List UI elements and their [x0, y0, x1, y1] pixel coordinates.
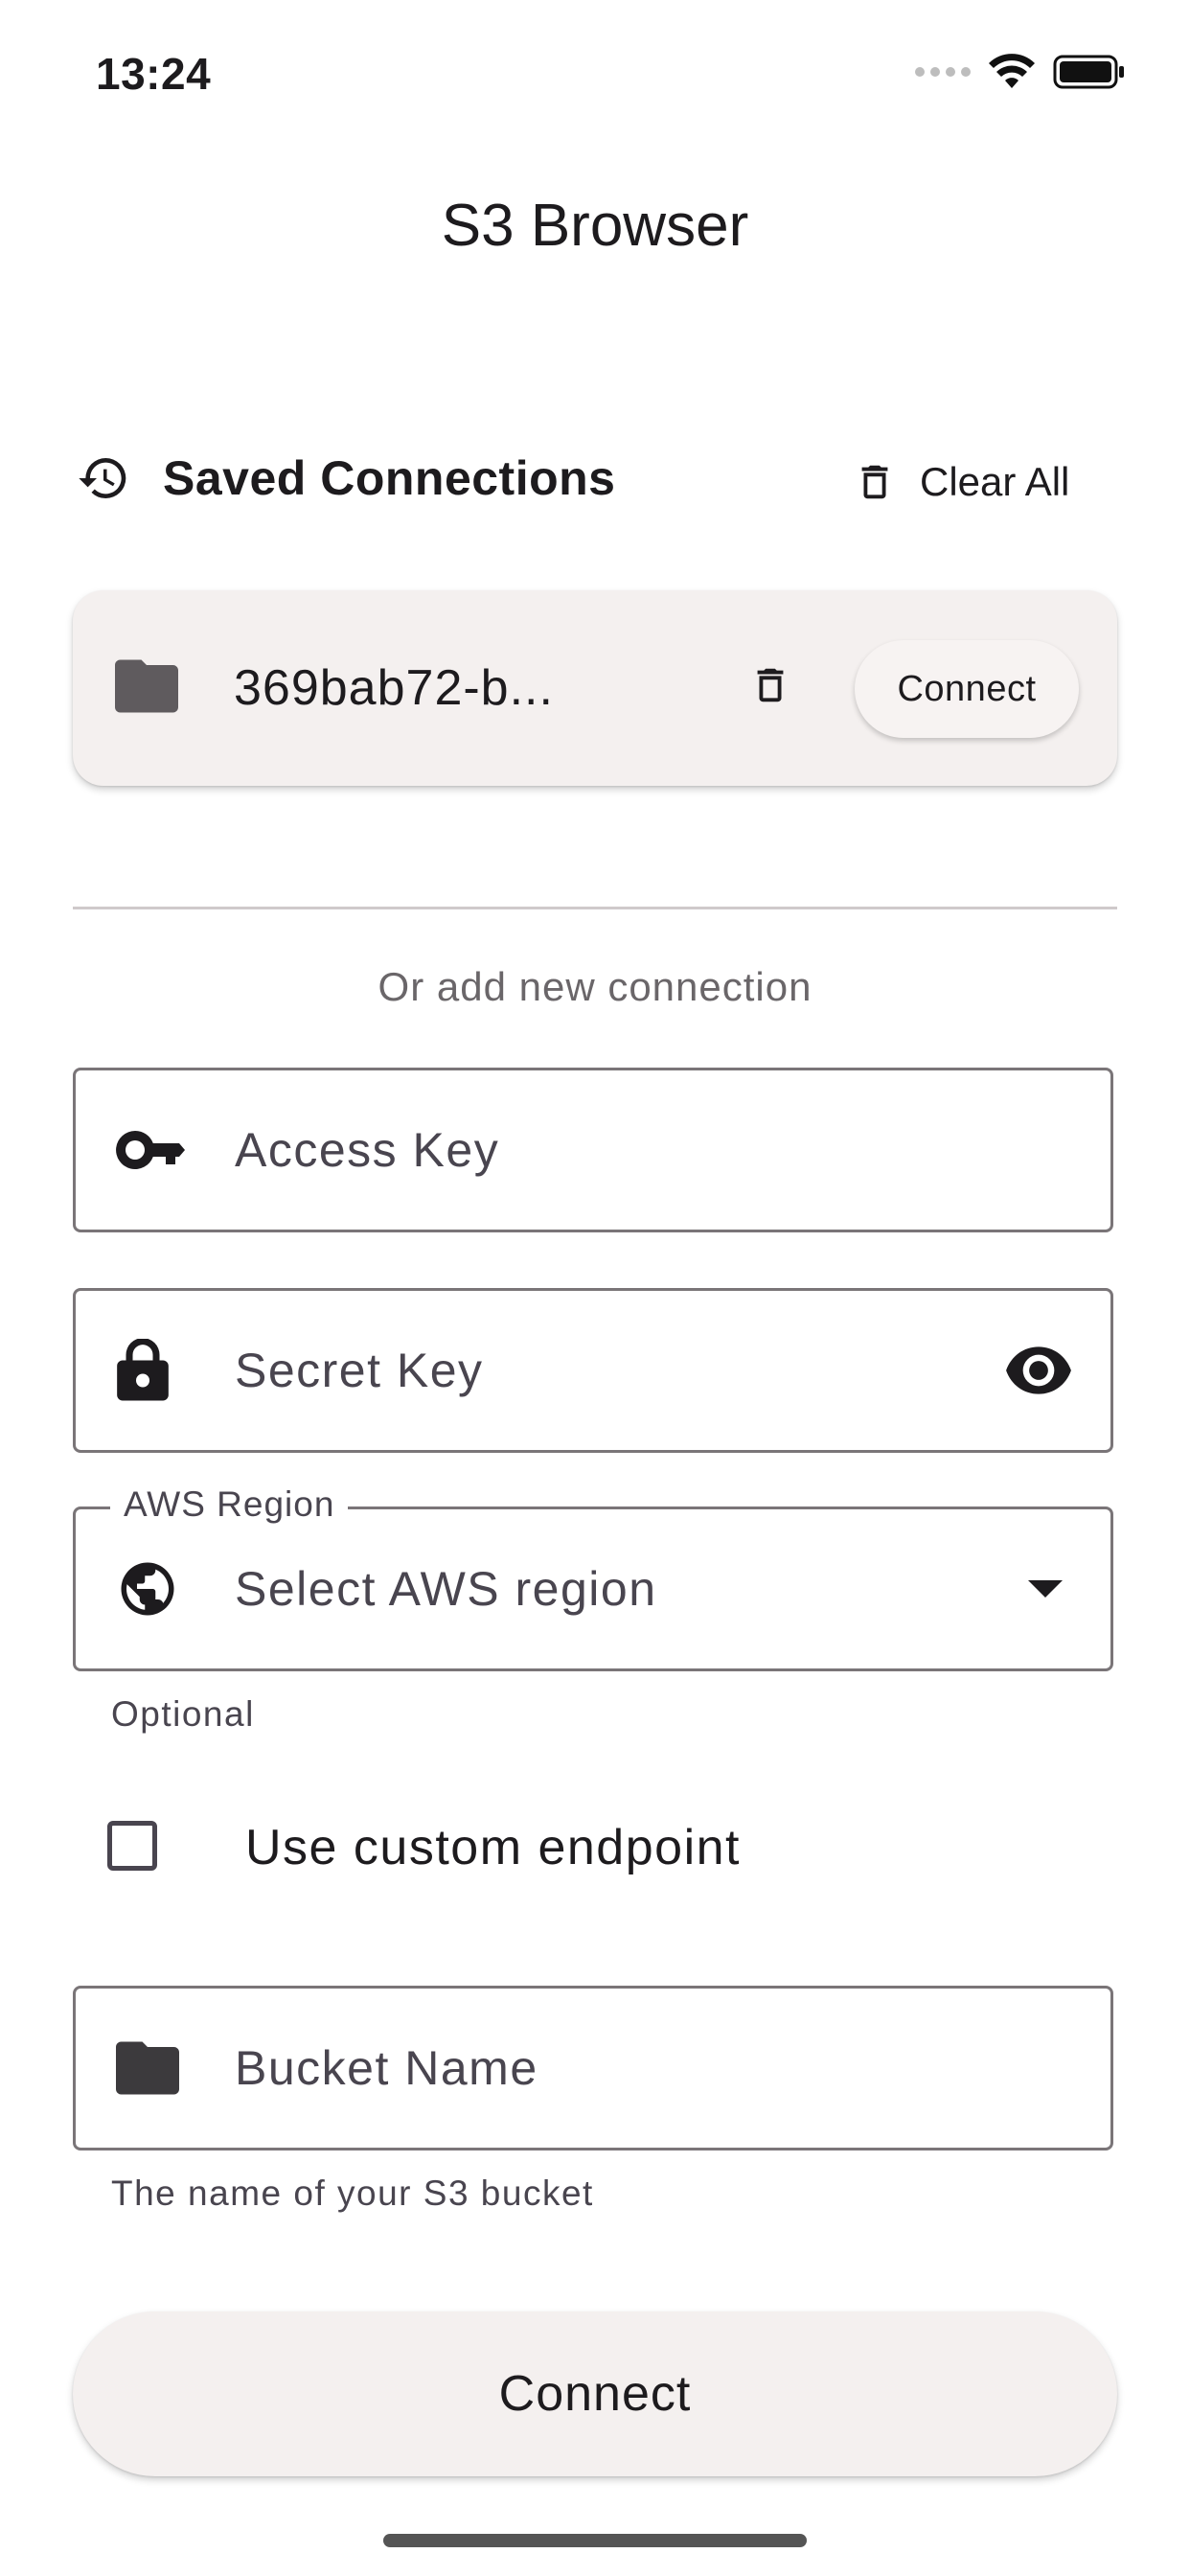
history-icon — [79, 458, 126, 498]
custom-endpoint-label[interactable]: Use custom endpoint — [245, 1819, 741, 1876]
globe-icon — [121, 1562, 174, 1616]
secret-key-placeholder: Secret Key — [235, 1344, 484, 1397]
battery-icon — [1053, 55, 1124, 89]
or-add-new-connection-text: Or add new connection — [378, 964, 812, 1009]
clear-all-label: Clear All — [920, 459, 1070, 504]
connection-connect-button[interactable]: Connect — [855, 640, 1079, 738]
aws-region-helper: Optional — [111, 1694, 255, 1734]
access-key-placeholder: Access Key — [235, 1123, 500, 1177]
delete-icon — [861, 465, 888, 499]
bucket-name-placeholder: Bucket Name — [235, 2041, 538, 2095]
wifi-icon — [989, 54, 1035, 88]
cellular-signal-icon — [915, 67, 971, 77]
dropdown-arrow-icon — [1028, 1580, 1063, 1598]
connection-name: 369bab72-b... — [234, 660, 554, 716]
delete-icon[interactable] — [748, 657, 792, 713]
home-indicator — [383, 2534, 807, 2547]
connect-button[interactable]: Connect — [73, 2312, 1117, 2476]
clear-all-button[interactable]: Clear All — [853, 456, 1069, 508]
eye-icon[interactable] — [1003, 1346, 1074, 1394]
folder-icon — [115, 659, 178, 713]
key-icon — [116, 1131, 185, 1169]
status-time: 13:24 — [96, 49, 212, 99]
folder-icon — [116, 2041, 179, 2095]
aws-region-placeholder: Select AWS region — [235, 1562, 657, 1616]
saved-connection-card[interactable]: 369bab72-b... Connect — [73, 590, 1117, 786]
secret-key-field[interactable]: Secret Key — [73, 1288, 1113, 1453]
bucket-name-helper: The name of your S3 bucket — [111, 2174, 594, 2213]
saved-connections-header: Saved Connections — [73, 450, 616, 506]
aws-region-label: AWS Region — [110, 1484, 349, 1525]
divider — [73, 907, 1117, 909]
status-icons — [915, 54, 1126, 90]
page-title: S3 Browser — [441, 193, 749, 259]
access-key-field[interactable]: Access Key — [73, 1068, 1113, 1232]
lock-icon — [117, 1339, 169, 1401]
custom-endpoint-checkbox[interactable] — [107, 1821, 157, 1871]
aws-region-select[interactable]: AWS Region Select AWS region — [73, 1484, 1113, 1671]
bucket-name-field[interactable]: Bucket Name — [73, 1986, 1113, 2150]
saved-connections-title: Saved Connections — [163, 451, 616, 505]
